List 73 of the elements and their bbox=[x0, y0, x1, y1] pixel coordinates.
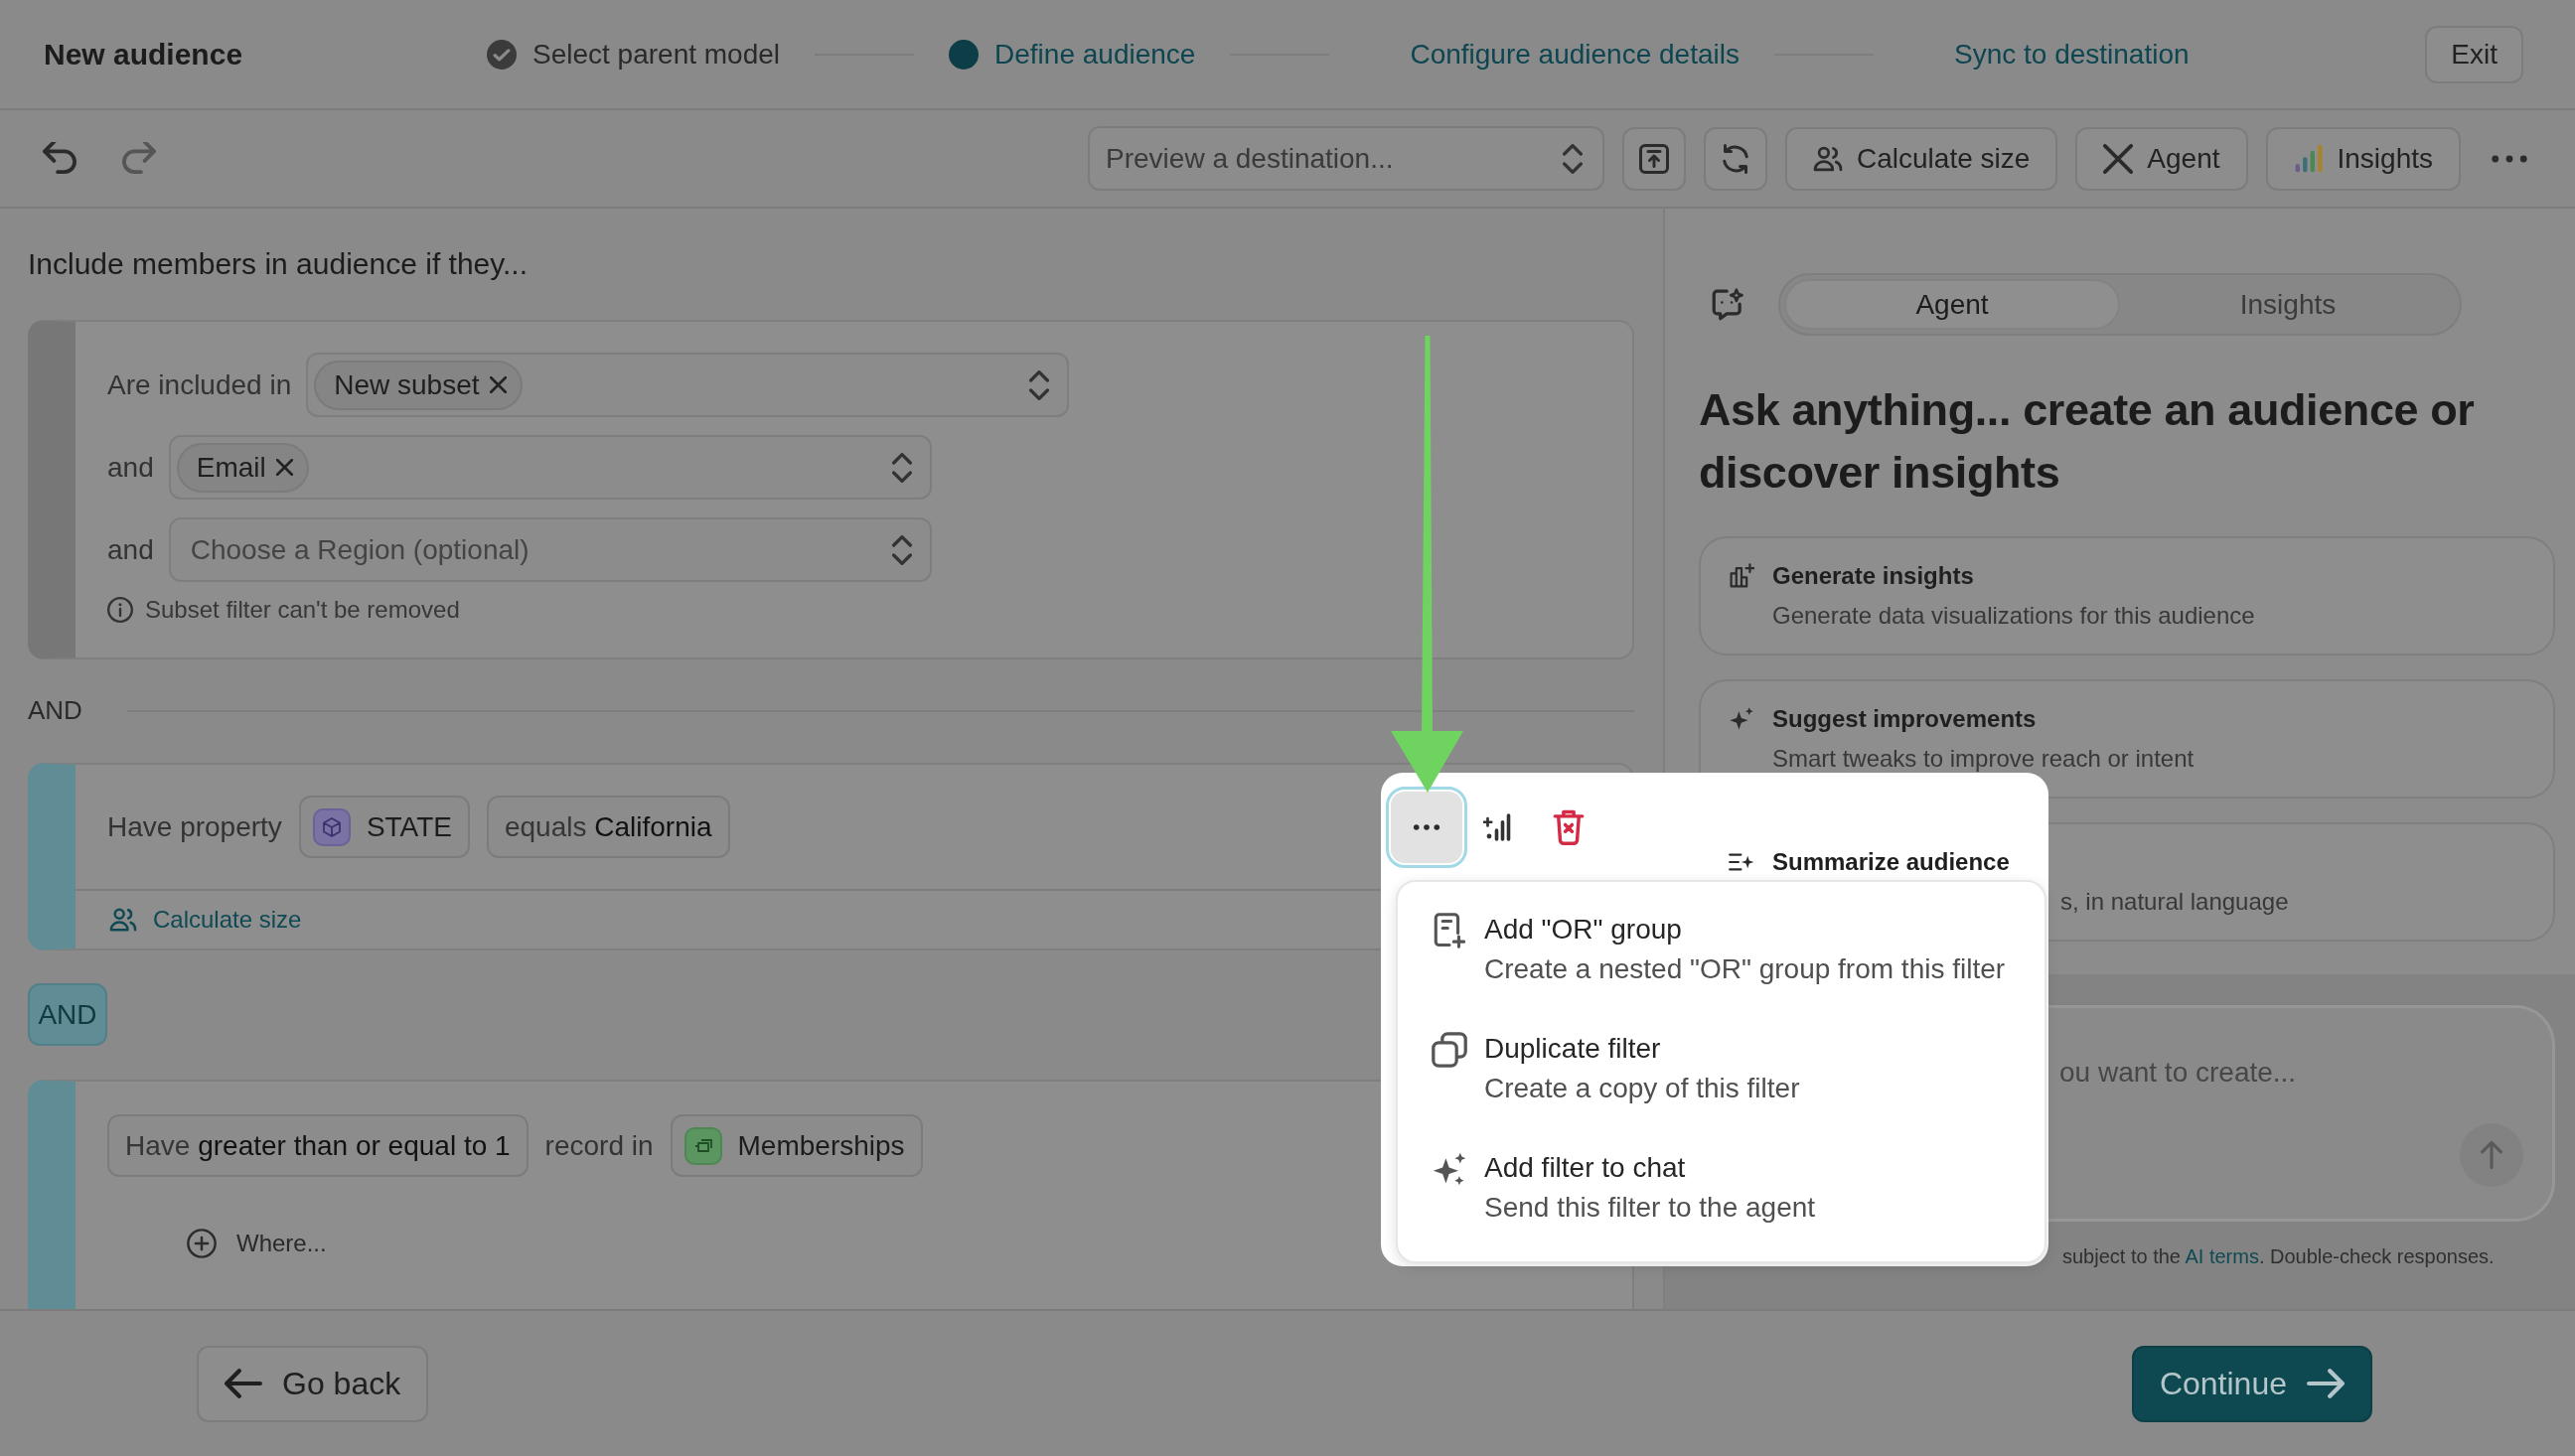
wizard-step[interactable]: Configure audience details bbox=[1410, 38, 1740, 71]
filter-label: Are included in bbox=[107, 368, 292, 401]
tag-label: New subset bbox=[334, 368, 480, 401]
refresh-icon bbox=[1721, 143, 1750, 174]
calculate-size-link[interactable]: Calculate size bbox=[107, 906, 302, 934]
filter-label: and bbox=[107, 451, 154, 484]
panel-tab[interactable]: Insights bbox=[2120, 279, 2456, 330]
chevron-up-down-icon bbox=[1563, 143, 1583, 174]
undo-icon[interactable] bbox=[43, 141, 76, 176]
terms-link[interactable]: AI terms bbox=[2185, 1245, 2259, 1267]
agent-button[interactable]: Agent bbox=[2075, 126, 2248, 191]
disclaimer-text: subject to the AI terms. Double-check responses. bbox=[2062, 1244, 2496, 1269]
refresh-button[interactable] bbox=[1704, 126, 1767, 191]
model-selector[interactable]: Memberships bbox=[670, 1114, 923, 1177]
remove-icon[interactable] bbox=[275, 459, 293, 476]
destination-select[interactable]: Preview a destination... bbox=[1088, 126, 1604, 191]
chevron-up-down-icon bbox=[891, 534, 912, 565]
chart-sparkle-icon bbox=[1729, 563, 1754, 589]
sparkle-icon bbox=[1729, 706, 1754, 732]
section-heading: Include members in audience if they... bbox=[28, 246, 530, 282]
people-icon bbox=[109, 906, 137, 934]
cube-icon bbox=[312, 807, 351, 846]
more-icon bbox=[1413, 823, 1440, 831]
select-placeholder: Choose a Region (optional) bbox=[190, 533, 530, 566]
upload-icon bbox=[1639, 143, 1669, 174]
sparkle-icon bbox=[1432, 1151, 1467, 1187]
and-label: AND bbox=[28, 695, 82, 726]
trash-icon[interactable] bbox=[1553, 809, 1585, 845]
panel-tab[interactable]: Agent bbox=[1784, 279, 2120, 330]
and-badge[interactable]: AND bbox=[28, 983, 107, 1046]
copy-icon bbox=[1432, 1032, 1467, 1068]
arrow-left-icon bbox=[225, 1369, 262, 1398]
bar-chart-icon bbox=[2293, 143, 2324, 174]
bar-chart-icon[interactable] bbox=[1483, 812, 1513, 842]
agent-heading: Ask anything... create an audience or discover insights bbox=[1699, 383, 2476, 500]
filter-label: and bbox=[107, 533, 154, 566]
insights-button[interactable]: Insights bbox=[2265, 126, 2461, 191]
check-circle-icon bbox=[487, 39, 517, 70]
where-button[interactable]: Where... bbox=[187, 1229, 327, 1258]
chevron-up-down-icon bbox=[891, 452, 912, 483]
filter-label: Have property bbox=[107, 810, 282, 843]
property-selector[interactable]: STATE bbox=[298, 796, 470, 858]
plus-circle-icon bbox=[187, 1229, 217, 1258]
wizard-step[interactable]: Select parent model bbox=[487, 38, 781, 71]
exit-button[interactable]: Exit bbox=[2425, 25, 2523, 83]
suggestion-card[interactable]: Suggest improvements Smart tweaks to improve reach or intent bbox=[1699, 679, 2555, 799]
upload-button[interactable] bbox=[1622, 126, 1686, 191]
arrow-right-icon bbox=[2307, 1369, 2345, 1398]
chat-sparkle-icon[interactable] bbox=[1711, 287, 1744, 322]
calculate-size-button[interactable]: Calculate size bbox=[1785, 126, 2058, 191]
remove-icon[interactable] bbox=[489, 376, 507, 393]
suggestion-card[interactable]: Generate insights Generate data visualizations for this audience bbox=[1699, 536, 2555, 655]
page-title: New audience bbox=[44, 37, 244, 72]
document-plus-icon bbox=[1432, 913, 1467, 948]
info-icon bbox=[107, 597, 133, 623]
arrow-up-icon bbox=[2481, 1140, 2502, 1170]
continue-button[interactable]: Continue bbox=[2131, 1345, 2372, 1422]
status-dot-icon bbox=[949, 39, 980, 70]
connector-label: record in bbox=[544, 1129, 654, 1162]
tag-label: Email bbox=[196, 451, 266, 484]
go-back-button[interactable]: Go back bbox=[197, 1345, 429, 1422]
more-icon[interactable] bbox=[2491, 153, 2528, 164]
note-text: Subset filter can't be removed bbox=[145, 596, 460, 624]
stack-icon bbox=[683, 1126, 722, 1165]
wizard-step[interactable]: Define audience bbox=[949, 38, 1196, 71]
subset-select[interactable]: Choose a Region (optional) bbox=[168, 517, 932, 582]
wizard-step[interactable]: Sync to destination bbox=[1954, 38, 2190, 71]
close-icon bbox=[2103, 143, 2134, 174]
chevron-up-down-icon bbox=[1029, 369, 1050, 400]
condition-selector[interactable]: Have greater than or equal to 1 bbox=[107, 1114, 529, 1177]
operator-selector[interactable]: equals California bbox=[486, 796, 730, 858]
subset-select[interactable]: Email bbox=[168, 435, 932, 500]
subset-select[interactable]: New subset bbox=[306, 353, 1070, 417]
